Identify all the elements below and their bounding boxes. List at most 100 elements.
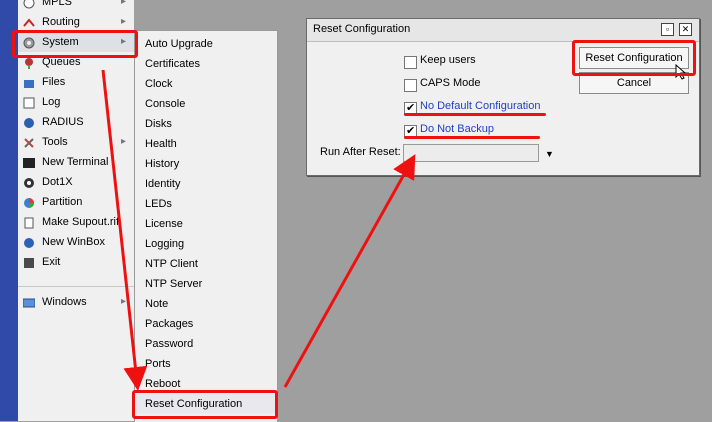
submenu-item-ntp-server[interactable]: NTP Server: [135, 274, 277, 294]
menu-item-radius[interactable]: RADIUS: [18, 112, 134, 132]
radius-icon: [23, 116, 35, 128]
submenu-item-logging[interactable]: Logging: [135, 234, 277, 254]
chevron-right-icon: ▸: [120, 36, 126, 47]
submenu-item-label: Health: [145, 138, 177, 150]
terminal-icon: [23, 156, 35, 168]
reset-configuration-dialog: Reset Configuration ▫ ✕ Keep users CAPS …: [306, 18, 700, 176]
submenu-item-label: Password: [145, 338, 194, 350]
menu-item-windows[interactable]: Windows ▸: [18, 292, 134, 312]
system-submenu: Auto Upgrade Certificates Clock Console Disk…: [134, 30, 278, 422]
chevron-right-icon: ▸: [120, 136, 126, 147]
close-icon[interactable]: ✕: [679, 23, 692, 36]
submenu-item-label: Console: [145, 98, 186, 110]
submenu-item-reboot[interactable]: Reboot: [135, 374, 277, 394]
keep-users-label: Keep users: [420, 54, 476, 66]
submenu-item-reset-configuration[interactable]: Reset Configuration: [135, 394, 277, 414]
menu-item-label: Routing: [42, 16, 80, 28]
menu-item-label: Queues: [42, 56, 81, 68]
tools-icon: [23, 136, 35, 148]
menu-item-label: Files: [42, 76, 66, 88]
submenu-item-health[interactable]: Health: [135, 134, 277, 154]
menu-item-label: New WinBox: [42, 236, 105, 248]
submenu-item-console[interactable]: Console: [135, 94, 277, 114]
submenu-item-label: Logging: [145, 238, 185, 250]
do-not-backup-label: Do Not Backup: [420, 123, 494, 135]
menu-item-routing[interactable]: Routing ▸: [18, 12, 134, 32]
menu-item-tools[interactable]: Tools ▸: [18, 132, 134, 152]
menu-item-label: Make Supout.rif: [42, 216, 120, 228]
submenu-item-packages[interactable]: Packages: [135, 314, 277, 334]
submenu-item-note[interactable]: Note: [135, 294, 277, 314]
submenu-item-auto-upgrade[interactable]: Auto Upgrade: [135, 34, 277, 54]
menu-item-queues[interactable]: Queues: [18, 52, 134, 72]
submenu-item-identity[interactable]: Identity: [135, 174, 277, 194]
menu-item-exit[interactable]: Exit: [18, 252, 134, 272]
submenu-item-label: Reset Configuration: [145, 398, 243, 410]
menu-item-label: Windows: [42, 296, 87, 308]
submenu-item-label: NTP Client: [145, 258, 198, 270]
menu-item-mpls[interactable]: MPLS ▸: [18, 0, 134, 12]
windows-icon: [22, 296, 36, 308]
cancel-button[interactable]: Cancel: [579, 72, 689, 94]
submenu-item-label: Ports: [145, 358, 171, 370]
mpls-icon: [23, 0, 35, 9]
caps-mode-checkbox[interactable]: [404, 79, 417, 92]
menu-item-new-winbox[interactable]: New WinBox: [18, 232, 134, 252]
menu-item-label: Dot1X: [42, 176, 73, 188]
submenu-item-license[interactable]: License: [135, 214, 277, 234]
submenu-item-label: Packages: [145, 318, 194, 330]
menu-item-label: Tools: [42, 136, 68, 148]
submenu-item-certificates[interactable]: Certificates: [135, 54, 277, 74]
queues-icon: [23, 56, 35, 69]
dropdown-arrow-icon[interactable]: ▼: [545, 149, 554, 159]
log-icon: [23, 96, 35, 109]
dialog-title-bar[interactable]: Reset Configuration ▫ ✕: [307, 19, 699, 42]
menu-item-label: New Terminal: [42, 156, 109, 168]
submenu-item-label: Certificates: [145, 58, 201, 70]
restore-window-icon[interactable]: ▫: [661, 23, 674, 36]
files-icon: [23, 76, 35, 88]
gear-icon: [23, 36, 35, 49]
menu-item-label: MPLS: [42, 0, 72, 8]
submenu-item-ntp-client[interactable]: NTP Client: [135, 254, 277, 274]
menu-item-partition[interactable]: Partition: [18, 192, 134, 212]
menu-item-label: Log: [42, 96, 61, 108]
dot1x-icon: [23, 176, 35, 188]
exit-icon: [23, 256, 35, 268]
no-default-underline: [404, 113, 546, 116]
submenu-item-history[interactable]: History: [135, 154, 277, 174]
sidebar-strip: [0, 0, 18, 421]
submenu-item-label: Reboot: [145, 378, 181, 390]
submenu-item-label: Disks: [145, 118, 172, 130]
partition-icon: [23, 196, 35, 208]
menu-item-log[interactable]: Log: [18, 92, 134, 112]
chevron-right-icon: ▸: [120, 296, 126, 307]
no-default-configuration-label: No Default Configuration: [420, 100, 541, 112]
routing-icon: [23, 16, 35, 28]
menu-item-label: Partition: [42, 196, 83, 208]
cursor-icon: [675, 64, 687, 80]
run-after-reset-label: Run After Reset:: [320, 146, 401, 158]
main-menu: MPLS ▸ Routing ▸ System ▸ Queues Files L…: [18, 0, 134, 421]
run-after-reset-input[interactable]: [403, 144, 539, 162]
submenu-item-ports[interactable]: Ports: [135, 354, 277, 374]
supout-icon: [23, 216, 35, 229]
submenu-item-label: History: [145, 158, 180, 170]
menu-item-make-supout[interactable]: Make Supout.rif: [18, 212, 134, 232]
submenu-item-leds[interactable]: LEDs: [135, 194, 277, 214]
menu-item-dot1x[interactable]: Dot1X: [18, 172, 134, 192]
chevron-right-icon: ▸: [120, 16, 126, 27]
winbox-icon: [23, 236, 35, 248]
menu-item-new-terminal[interactable]: New Terminal: [18, 152, 134, 172]
menu-item-system[interactable]: System ▸: [18, 32, 134, 52]
menu-item-label: Exit: [42, 256, 61, 268]
submenu-item-clock[interactable]: Clock: [135, 74, 277, 94]
submenu-item-label: Clock: [145, 78, 173, 90]
keep-users-checkbox[interactable]: [404, 56, 417, 69]
menu-item-files[interactable]: Files: [18, 72, 134, 92]
menu-item-label: System: [42, 36, 79, 48]
submenu-item-label: License: [145, 218, 183, 230]
reset-configuration-button[interactable]: Reset Configuration: [579, 47, 689, 69]
submenu-item-disks[interactable]: Disks: [135, 114, 277, 134]
submenu-item-password[interactable]: Password: [135, 334, 277, 354]
